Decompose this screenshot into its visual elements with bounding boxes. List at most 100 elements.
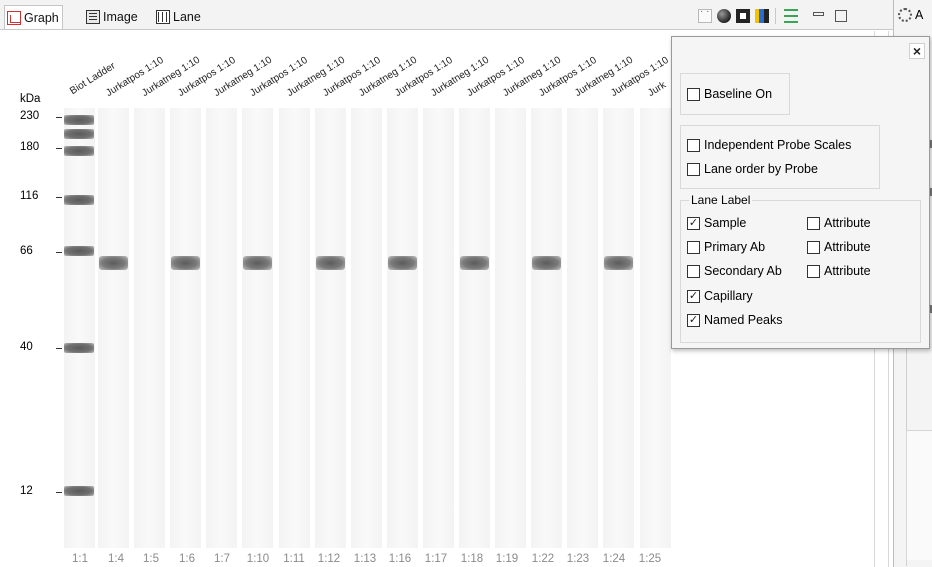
kda-tick <box>56 492 62 493</box>
right-panel-tab[interactable]: A <box>898 8 923 22</box>
minimize-icon[interactable] <box>811 9 825 23</box>
primary-ab-attribute-label: Attribute <box>824 240 871 254</box>
ladder-lane[interactable] <box>64 108 95 548</box>
tab-lane[interactable]: Lane <box>154 6 204 28</box>
lane-order-by-probe-checkbox[interactable]: Lane order by Probe <box>687 162 818 176</box>
sample-lane[interactable] <box>603 108 634 548</box>
protein-band <box>604 256 633 270</box>
tab-image[interactable]: Image <box>84 6 141 28</box>
sample-checkbox[interactable]: ✓ Sample <box>687 216 746 230</box>
kda-tick <box>56 148 62 149</box>
capillary-label: 1:5 <box>143 553 159 565</box>
sample-lane[interactable] <box>134 108 165 548</box>
checkbox-box <box>687 240 700 254</box>
close-icon[interactable]: × <box>909 43 925 59</box>
primary-ab-checkbox[interactable]: Primary Ab <box>687 240 765 254</box>
sample-lane[interactable] <box>98 108 129 548</box>
sample-lane[interactable] <box>423 108 454 548</box>
protein-band <box>388 256 417 270</box>
kda-marker: 12 <box>20 485 62 497</box>
primary-ab-attribute-checkbox[interactable]: Attribute <box>807 240 871 254</box>
kda-axis-title: kDa <box>20 93 41 105</box>
ladder-band <box>64 195 94 205</box>
sample-lane[interactable] <box>279 108 310 548</box>
lane-colors-icon[interactable] <box>755 9 769 23</box>
sample-attribute-checkbox[interactable]: Attribute <box>807 216 871 230</box>
sample-lane[interactable] <box>315 108 346 548</box>
secondary-ab-checkbox[interactable]: Secondary Ab <box>687 264 782 278</box>
right-panel-tab-label: A <box>915 8 924 22</box>
sample-lane[interactable] <box>640 108 671 548</box>
lane-label-group-title: Lane Label <box>689 193 753 207</box>
graph-icon <box>7 10 21 25</box>
lane-options-popup: × Baseline On Independent Probe Scales L… <box>671 36 930 349</box>
capillary-label: 1:23 <box>566 553 590 565</box>
kda-tick <box>56 252 62 253</box>
ladder-band <box>64 129 94 139</box>
baseline-on-label: Baseline On <box>704 87 773 101</box>
kda-marker-label: 116 <box>20 190 39 202</box>
lane-icon <box>156 10 170 24</box>
kda-marker: 116 <box>20 190 62 202</box>
sample-lane[interactable] <box>387 108 418 548</box>
kda-tick <box>56 197 62 198</box>
secondary-ab-label: Secondary Ab <box>704 264 782 278</box>
tab-image-label: Image <box>103 10 138 24</box>
sample-lane[interactable] <box>567 108 598 548</box>
capillary-label: 1:19 <box>495 553 519 565</box>
protein-band <box>532 256 561 270</box>
capillary-label: 1:10 <box>246 553 270 565</box>
checkbox-box <box>687 162 700 176</box>
scatter-view-icon[interactable] <box>698 6 712 23</box>
independent-probe-scales-checkbox[interactable]: Independent Probe Scales <box>687 138 851 152</box>
sample-lane[interactable] <box>531 108 562 548</box>
toolbar-separator <box>775 8 776 24</box>
sample-lane[interactable] <box>242 108 273 548</box>
capillary-label: 1:18 <box>460 553 484 565</box>
kda-marker-label: 12 <box>20 485 33 497</box>
capillary-label: 1:25 <box>638 553 662 565</box>
capillary-checkbox[interactable]: ✓ Capillary <box>687 289 753 303</box>
capillary-label: 1:6 <box>179 553 195 565</box>
checkbox-box <box>687 138 700 152</box>
capillary-label: 1:17 <box>424 553 448 565</box>
sample-lane[interactable] <box>351 108 382 548</box>
contrast-sphere-icon[interactable] <box>717 9 731 23</box>
capillary-label: 1:13 <box>353 553 377 565</box>
sample-lane[interactable] <box>495 108 526 548</box>
sample-lane[interactable] <box>170 108 201 548</box>
checkbox-box <box>687 264 700 278</box>
tab-graph-label: Graph <box>24 10 59 25</box>
kda-marker: 180 <box>20 141 62 153</box>
checkbox-box <box>687 87 700 101</box>
tab-graph[interactable]: Graph <box>4 5 63 29</box>
ladder-band <box>64 486 94 496</box>
capillary-label: 1:4 <box>108 553 124 565</box>
capillary-label: 1:24 <box>602 553 626 565</box>
kda-marker-label: 66 <box>20 245 33 257</box>
checkbox-box: ✓ <box>687 289 700 303</box>
named-peaks-checkbox[interactable]: ✓ Named Peaks <box>687 313 783 327</box>
sample-lane[interactable] <box>206 108 237 548</box>
checkbox-box: ✓ <box>687 313 700 327</box>
capillary-label: 1:12 <box>317 553 341 565</box>
fit-to-window-icon[interactable] <box>736 9 750 23</box>
secondary-ab-attribute-label: Attribute <box>824 264 871 278</box>
capillary-label: 1:7 <box>214 553 230 565</box>
peaks-options-icon[interactable] <box>784 9 798 23</box>
capillary-label: 1:22 <box>531 553 555 565</box>
lane-label-group: Lane Label ✓ Sample Attribute Primary Ab… <box>680 193 921 343</box>
ladder-band <box>64 146 94 156</box>
baseline-on-checkbox[interactable]: Baseline On <box>687 87 772 101</box>
sample-label: Sample <box>704 216 747 230</box>
lane-order-by-probe-label: Lane order by Probe <box>704 162 818 176</box>
secondary-ab-attribute-checkbox[interactable]: Attribute <box>807 264 871 278</box>
ladder-band <box>64 115 94 125</box>
protein-band <box>460 256 489 270</box>
kda-marker: 40 <box>20 341 62 353</box>
sample-lane[interactable] <box>459 108 490 548</box>
maximize-icon[interactable] <box>834 9 848 23</box>
checkbox-box <box>807 240 820 254</box>
kda-marker-label: 230 <box>20 110 40 122</box>
kda-marker: 230 <box>20 110 62 122</box>
